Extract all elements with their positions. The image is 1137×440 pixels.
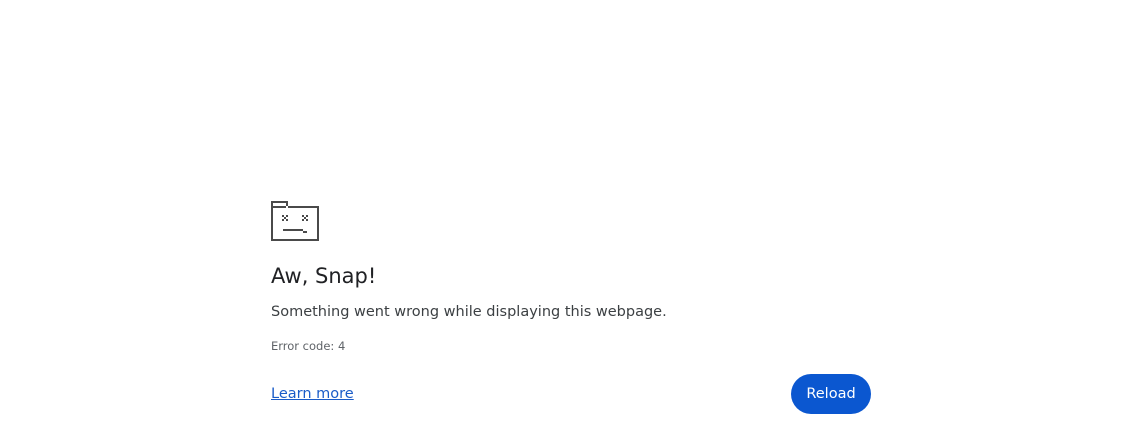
error-code: Error code: 4 (271, 339, 346, 353)
error-message: Something went wrong while displaying th… (271, 304, 667, 320)
error-title: Aw, Snap! (271, 264, 377, 288)
learn-more-link[interactable]: Learn more (271, 384, 354, 404)
sad-tab-page: Aw, Snap! Something went wrong while dis… (0, 0, 1137, 440)
reload-button[interactable]: Reload (791, 374, 871, 414)
sad-tab-icon (271, 201, 319, 241)
